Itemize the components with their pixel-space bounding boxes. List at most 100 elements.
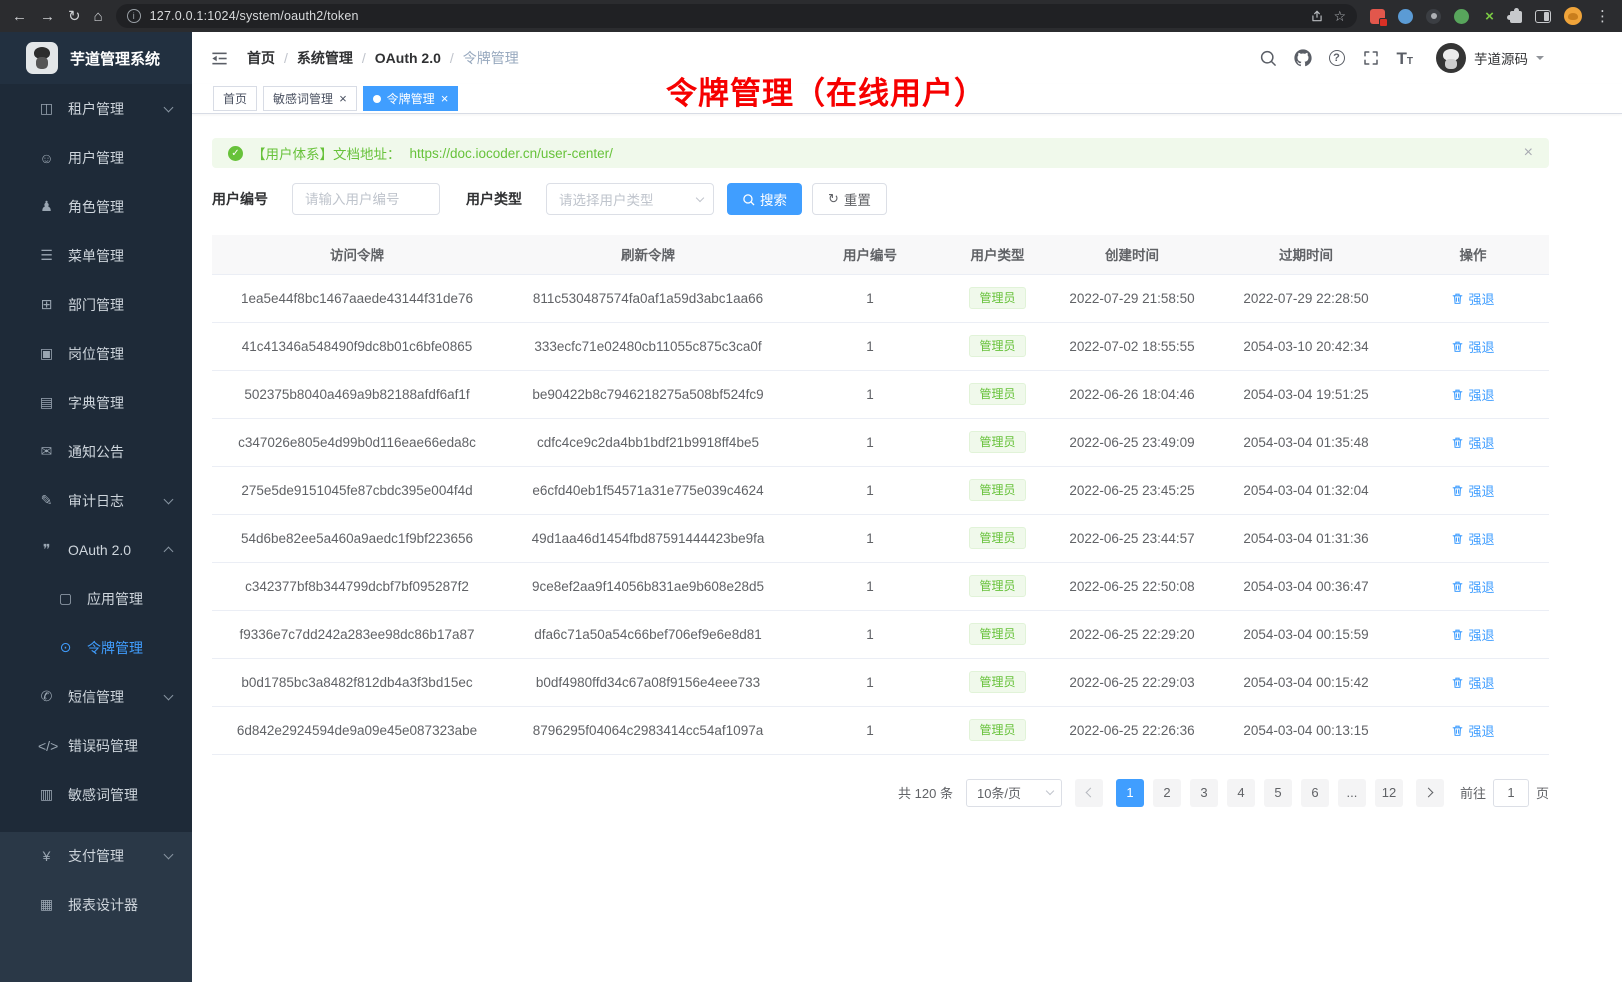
forward-icon[interactable]: → bbox=[40, 9, 55, 24]
user-id-cell: 1 bbox=[794, 562, 946, 610]
sidebar-item[interactable]: ❞ OAuth 2.0 bbox=[0, 525, 192, 574]
extensions-puzzle-icon[interactable] bbox=[1510, 11, 1522, 23]
doc-link[interactable]: https://doc.iocoder.cn/user-center/ bbox=[410, 146, 613, 161]
url-text[interactable]: 127.0.0.1:1024/system/oauth2/token bbox=[150, 9, 1302, 23]
share-icon[interactable] bbox=[1310, 9, 1324, 23]
table-row: f9336e7c7dd242a283ee98dc86b17a87 dfa6c71… bbox=[212, 610, 1549, 658]
user-menu[interactable]: 芋道源码 bbox=[1436, 43, 1544, 73]
refresh-token-cell: 8796295f04064c2983414cc54af1097a bbox=[502, 706, 794, 754]
force-logout-button[interactable]: 强退 bbox=[1451, 673, 1494, 692]
sidebar-item[interactable]: ▥ 敏感词管理 bbox=[0, 770, 192, 819]
breadcrumb-item[interactable]: 首页 bbox=[247, 48, 275, 68]
home-icon[interactable]: ⌂ bbox=[94, 9, 103, 24]
extension-blue-icon[interactable] bbox=[1398, 9, 1413, 24]
page-info-icon[interactable]: i bbox=[127, 9, 141, 23]
page-button[interactable]: ... bbox=[1338, 779, 1366, 807]
sidebar-item[interactable]: ◫ 租户管理 bbox=[0, 84, 192, 133]
user-type-cell: 管理员 bbox=[946, 658, 1049, 706]
user-type-placeholder: 请选择用户类型 bbox=[559, 189, 654, 209]
page-button[interactable]: 3 bbox=[1190, 779, 1218, 807]
force-logout-button[interactable]: 强退 bbox=[1451, 625, 1494, 644]
logo-image bbox=[26, 42, 58, 74]
fullscreen-icon[interactable] bbox=[1362, 49, 1380, 67]
sidebar-item[interactable]: ⊙ 令牌管理 bbox=[0, 623, 192, 672]
total-count: 共 120 条 bbox=[898, 783, 953, 802]
page-button[interactable]: 2 bbox=[1153, 779, 1181, 807]
browser-chrome: ← → ↻ ⌂ i 127.0.0.1:1024/system/oauth2/t… bbox=[0, 0, 1622, 32]
sidebar-item[interactable]: ¥ 支付管理 bbox=[0, 831, 192, 880]
search-icon[interactable] bbox=[1259, 49, 1277, 67]
sidebar-item[interactable]: ☺ 用户管理 bbox=[0, 133, 192, 182]
next-page-button[interactable] bbox=[1416, 779, 1444, 807]
sidebar-item[interactable]: ▣ 岗位管理 bbox=[0, 329, 192, 378]
column-header: 过期时间 bbox=[1215, 235, 1397, 274]
user-avatar bbox=[1436, 43, 1466, 73]
sensitive-icon: ▥ bbox=[38, 786, 55, 803]
goto-page-input[interactable] bbox=[1493, 779, 1529, 807]
sidebar-item[interactable]: ✉ 通知公告 bbox=[0, 427, 192, 476]
page-button[interactable]: 4 bbox=[1227, 779, 1255, 807]
force-logout-button[interactable]: 强退 bbox=[1451, 577, 1494, 596]
force-logout-button[interactable]: 强退 bbox=[1451, 529, 1494, 548]
extension-lime-icon[interactable]: × bbox=[1482, 9, 1497, 24]
font-size-icon[interactable]: TT bbox=[1397, 50, 1414, 67]
extension-green-icon[interactable] bbox=[1454, 9, 1469, 24]
close-icon[interactable]: × bbox=[339, 92, 347, 105]
extension-red-icon[interactable] bbox=[1370, 9, 1385, 24]
force-logout-button[interactable]: 强退 bbox=[1451, 337, 1494, 356]
sidebar-item-label: OAuth 2.0 bbox=[68, 542, 165, 558]
alert-close-icon[interactable]: × bbox=[1524, 145, 1533, 161]
sidebar-fold-icon[interactable] bbox=[210, 49, 229, 68]
force-logout-button[interactable]: 强退 bbox=[1451, 433, 1494, 452]
page-button[interactable]: 5 bbox=[1264, 779, 1292, 807]
force-logout-button[interactable]: 强退 bbox=[1451, 721, 1494, 740]
page-size-select[interactable]: 10条/页 bbox=[966, 779, 1062, 807]
extension-dark-icon[interactable] bbox=[1426, 9, 1441, 24]
bookmark-star-icon[interactable]: ☆ bbox=[1333, 8, 1346, 25]
force-logout-button[interactable]: 强退 bbox=[1451, 481, 1494, 500]
browser-menu-icon[interactable]: ⋮ bbox=[1595, 7, 1610, 25]
user-type-badge: 管理员 bbox=[969, 383, 1025, 405]
close-icon[interactable]: × bbox=[441, 92, 449, 105]
sidebar-item[interactable]: ▢ 应用管理 bbox=[0, 574, 192, 623]
reset-button[interactable]: ↻ 重置 bbox=[812, 183, 887, 215]
page-button[interactable]: 1 bbox=[1116, 779, 1144, 807]
address-bar[interactable]: i 127.0.0.1:1024/system/oauth2/token ☆ bbox=[116, 4, 1357, 28]
user-type-select[interactable]: 请选择用户类型 bbox=[546, 183, 714, 215]
refresh-token-cell: e6cfd40eb1f54571a31e775e039c4624 bbox=[502, 466, 794, 514]
tab[interactable]: 首页 × bbox=[213, 86, 257, 111]
prev-page-button[interactable] bbox=[1075, 779, 1103, 807]
sidebar-item[interactable]: ✎ 审计日志 bbox=[0, 476, 192, 525]
sidebar-item[interactable]: ▦ 报表设计器 bbox=[0, 880, 192, 929]
force-logout-button[interactable]: 强退 bbox=[1451, 289, 1494, 308]
page-button[interactable]: 6 bbox=[1301, 779, 1329, 807]
profile-avatar[interactable] bbox=[1564, 7, 1582, 25]
user-type-cell: 管理员 bbox=[946, 418, 1049, 466]
force-logout-button[interactable]: 强退 bbox=[1451, 385, 1494, 404]
sidebar-item[interactable]: </> 错误码管理 bbox=[0, 721, 192, 770]
back-icon[interactable]: ← bbox=[12, 9, 27, 24]
active-dot bbox=[373, 95, 381, 103]
side-panel-icon[interactable] bbox=[1535, 10, 1551, 23]
sidebar-item[interactable]: ▤ 字典管理 bbox=[0, 378, 192, 427]
tab[interactable]: 令牌管理 × bbox=[363, 86, 459, 111]
search-button[interactable]: 搜索 bbox=[727, 183, 802, 215]
sidebar-item-label: 角色管理 bbox=[68, 197, 172, 217]
sidebar-item-label: 审计日志 bbox=[68, 491, 165, 511]
sidebar-item[interactable]: ☰ 菜单管理 bbox=[0, 231, 192, 280]
user-type-cell: 管理员 bbox=[946, 466, 1049, 514]
user-id-input[interactable] bbox=[292, 183, 440, 215]
breadcrumb-item[interactable]: 系统管理 bbox=[297, 48, 353, 68]
breadcrumb-item[interactable]: 令牌管理 bbox=[463, 48, 519, 68]
sidebar-item[interactable]: ✆ 短信管理 bbox=[0, 672, 192, 721]
sidebar-item[interactable]: ♟ 角色管理 bbox=[0, 182, 192, 231]
page-button[interactable]: 12 bbox=[1375, 779, 1403, 807]
navbar-actions: ? TT 芋道源码 bbox=[1259, 43, 1545, 73]
reload-icon[interactable]: ↻ bbox=[68, 9, 81, 24]
tab[interactable]: 敏感词管理 × bbox=[263, 86, 357, 111]
sidebar-item[interactable]: ⊞ 部门管理 bbox=[0, 280, 192, 329]
help-icon[interactable]: ? bbox=[1329, 50, 1345, 66]
app-logo[interactable]: 芋道管理系统 bbox=[0, 32, 192, 84]
breadcrumb-item[interactable]: OAuth 2.0 bbox=[375, 50, 441, 66]
github-icon[interactable] bbox=[1294, 49, 1312, 67]
